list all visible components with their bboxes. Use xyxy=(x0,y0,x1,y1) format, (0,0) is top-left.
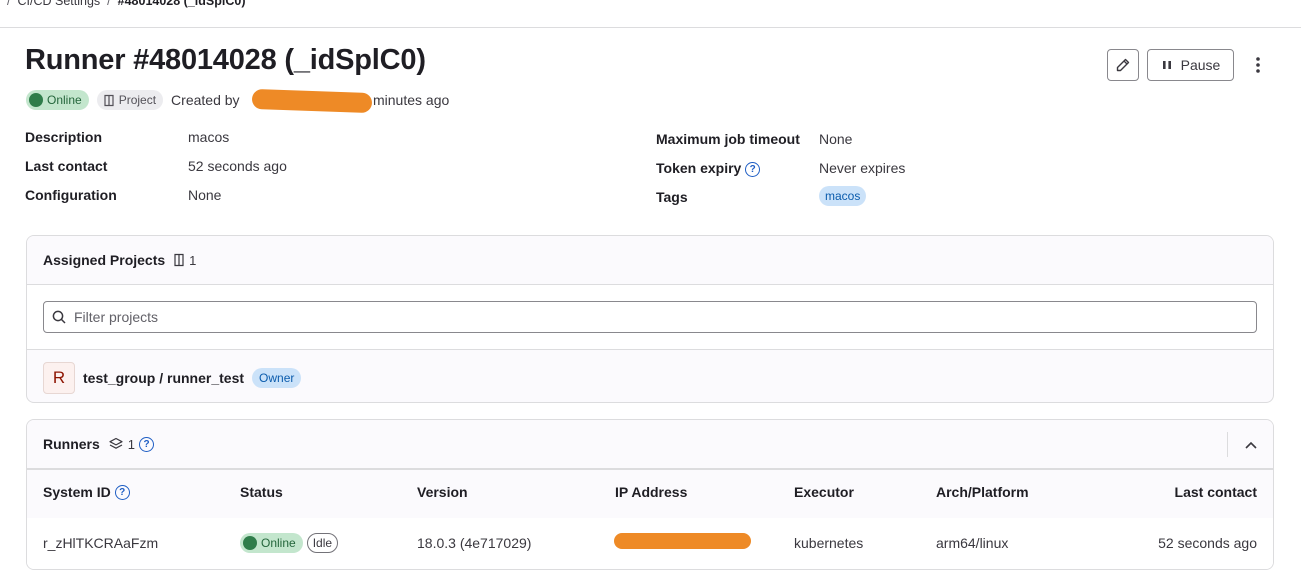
project-link[interactable]: test_group / runner_test xyxy=(83,370,244,386)
status-badge-label: Online xyxy=(47,93,82,107)
filter-projects-field[interactable] xyxy=(43,301,1257,333)
edit-button[interactable] xyxy=(1107,49,1139,81)
created-by-prefix: Created by xyxy=(171,92,240,108)
runner-type-badge: Project xyxy=(96,90,164,110)
last-contact-value: 52 seconds ago xyxy=(188,158,287,174)
breadcrumb-separator: / xyxy=(7,0,11,8)
pencil-icon xyxy=(1116,58,1130,72)
column-header-executor: Executor xyxy=(794,484,854,500)
project-icon xyxy=(174,253,184,267)
search-icon xyxy=(52,310,66,324)
runners-header: Runners 1 ? xyxy=(27,420,1273,469)
runner-meta: Online Project Created by 21 minutes ago xyxy=(26,89,449,111)
system-id-cell: r_zHlTKCRAaFzm xyxy=(43,535,159,551)
status-badge-label: Online xyxy=(261,536,296,550)
version-cell: 18.0.3 (4e717029) xyxy=(417,535,532,551)
role-badge: Owner xyxy=(252,368,302,388)
runner-count: 1 ? xyxy=(108,436,155,452)
configuration-label: Configuration xyxy=(25,187,117,203)
project-list-item: R test_group / runner_test Owner xyxy=(43,362,302,394)
runner-type-label: Project xyxy=(118,93,157,107)
divider xyxy=(27,469,1273,470)
breadcrumb-current: #48014028 (_idSplC0) xyxy=(117,0,246,8)
runners-title: Runners 1 ? xyxy=(43,436,155,452)
arch-platform-cell: arm64/linux xyxy=(936,535,1009,551)
redaction-mark xyxy=(614,533,751,549)
tags-label: Tags xyxy=(656,189,688,205)
status-badge: Online xyxy=(26,90,89,110)
chevron-up-icon xyxy=(1244,441,1257,449)
max-job-timeout-value: None xyxy=(819,131,853,147)
project-avatar: R xyxy=(43,362,75,394)
pause-button-label: Pause xyxy=(1180,57,1221,73)
breadcrumb-cicd-settings[interactable]: CI/CD Settings xyxy=(17,0,100,8)
help-icon[interactable]: ? xyxy=(139,436,155,452)
column-header-last-contact: Last contact xyxy=(1174,484,1257,500)
executor-cell: kubernetes xyxy=(794,535,864,551)
column-header-status: Status xyxy=(240,484,283,500)
token-expiry-value: Never expires xyxy=(819,160,906,176)
project-icon xyxy=(104,94,114,106)
idle-badge: Idle xyxy=(306,533,339,553)
assigned-projects-card: Assigned Projects 1 R test_group / runne… xyxy=(26,235,1274,403)
runner-count-value: 1 xyxy=(127,436,136,452)
project-count: 1 xyxy=(173,253,196,268)
token-expiry-label-text: Token expiry xyxy=(656,160,742,176)
last-contact-label: Last contact xyxy=(25,158,108,174)
max-job-timeout-label: Maximum job timeout xyxy=(656,131,800,147)
assigned-projects-header: Assigned Projects 1 xyxy=(27,236,1273,285)
online-status-icon xyxy=(243,536,257,550)
column-header-arch-platform: Arch/Platform xyxy=(936,484,1029,500)
column-header-version: Version xyxy=(417,484,468,500)
more-actions-button[interactable] xyxy=(1248,53,1268,77)
description-value: macos xyxy=(188,129,230,145)
top-bar: / CI/CD Settings / #48014028 (_idSplC0) xyxy=(0,0,1301,28)
collapse-button[interactable] xyxy=(1227,432,1273,457)
page-title: Runner #48014028 (_idSplC0) xyxy=(25,44,426,76)
redaction-mark xyxy=(251,88,373,114)
online-status-icon xyxy=(29,93,43,107)
breadcrumb-separator: / xyxy=(107,0,111,8)
status-cell: Online Idle xyxy=(240,533,339,553)
breadcrumb: / CI/CD Settings / #48014028 (_idSplC0) xyxy=(0,0,246,8)
pause-icon xyxy=(1162,61,1171,69)
stack-icon xyxy=(109,437,123,449)
project-count-value: 1 xyxy=(189,252,197,268)
filter-projects-input[interactable] xyxy=(72,308,1222,326)
last-contact-cell: 52 seconds ago xyxy=(1158,535,1257,551)
assigned-projects-title-text: Assigned Projects xyxy=(43,252,166,268)
help-icon[interactable]: ? xyxy=(114,484,130,500)
column-header-ip-address: IP Address xyxy=(615,484,688,500)
filter-section xyxy=(27,285,1273,350)
configuration-value: None xyxy=(188,187,222,203)
status-badge: Online xyxy=(240,533,303,553)
column-header-label: System ID xyxy=(43,484,111,500)
assigned-projects-title: Assigned Projects 1 xyxy=(43,252,196,268)
column-header-system-id: System ID? xyxy=(43,484,130,500)
token-expiry-label: Token expiry ? xyxy=(656,160,761,177)
help-icon[interactable]: ? xyxy=(745,161,761,177)
tag-badge[interactable]: macos xyxy=(819,186,867,206)
pause-button[interactable]: Pause xyxy=(1147,49,1234,81)
description-label: Description xyxy=(25,129,103,145)
runners-title-text: Runners xyxy=(43,436,100,452)
kebab-menu-icon xyxy=(1256,57,1260,73)
